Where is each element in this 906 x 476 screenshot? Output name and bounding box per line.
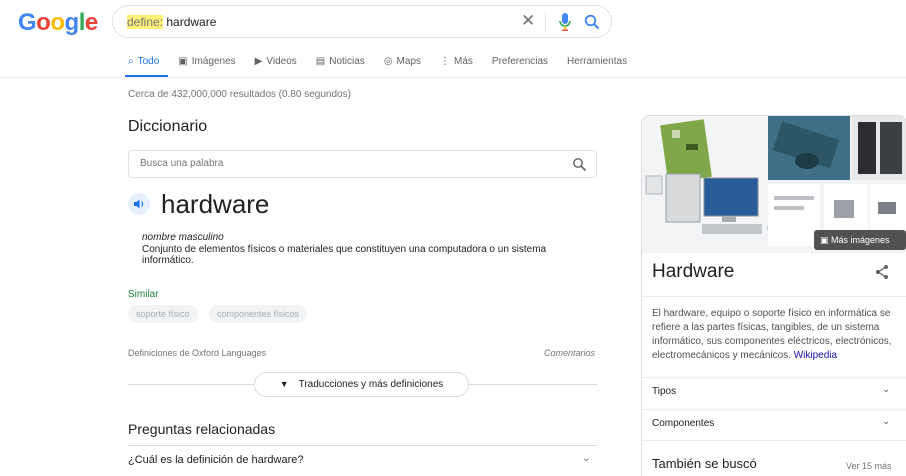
similar-chip[interactable]: soporte físico — [128, 305, 198, 323]
more-images-label: Más imágenes — [831, 235, 890, 245]
more-images-button[interactable]: ▣ Más imágenes — [814, 230, 906, 250]
search-divider — [545, 13, 546, 31]
dictionary-title: Diccionario — [128, 118, 208, 135]
news-icon: ▤ — [315, 56, 326, 67]
microphone-icon[interactable] — [557, 12, 573, 32]
clear-icon[interactable]: ✕ — [521, 11, 535, 31]
chevron-down-icon[interactable]: ⌄ — [882, 416, 890, 427]
dictionary-search-input[interactable]: Busca una palabra — [128, 150, 597, 178]
description-text: El hardware, equipo o soporte físico en … — [652, 308, 892, 361]
panel-divider — [642, 440, 906, 441]
logo-letter-g: G — [18, 9, 37, 36]
similar-chip[interactable]: componentes físicos — [209, 305, 308, 323]
similar-label: Similar — [128, 289, 159, 300]
wikipedia-link[interactable]: Wikipedia — [794, 350, 837, 361]
google-logo[interactable]: Google — [18, 9, 98, 37]
tab-label: Herramientas — [567, 56, 628, 67]
dictionary-search-placeholder: Busca una palabra — [140, 158, 224, 169]
dictionary-source: Definiciones de Oxford Languages — [128, 348, 267, 358]
tab-label: Preferencias — [491, 56, 549, 67]
tab-label: Maps — [396, 56, 421, 67]
search-tabs: ⌕ Todo ▣ Imágenes ▶ Videos ▤ Noticias ◎ Maps … — [128, 56, 646, 67]
knowledge-panel-description: El hardware, equipo o soporte físico en … — [652, 307, 902, 363]
tab-todo[interactable]: ⌕ Todo — [128, 56, 159, 67]
tab-label: Más — [454, 56, 473, 67]
logo-letter-e: e — [84, 9, 98, 36]
tab-videos[interactable]: ▶ Videos — [255, 56, 297, 67]
query-operator: define: — [127, 15, 164, 29]
related-divider — [128, 445, 597, 446]
dictionary-word: hardware — [161, 189, 270, 219]
more-definitions-label: Traducciones y más definiciones — [298, 379, 444, 390]
image-icon: ▣ — [820, 235, 832, 245]
logo-letter-o2: o — [50, 9, 65, 36]
definition-text: Conjunto de elementos físicos o material… — [142, 244, 547, 266]
tab-herramientas[interactable]: Herramientas — [567, 56, 627, 67]
map-pin-icon: ◎ — [383, 56, 393, 67]
header-divider — [0, 77, 906, 78]
result-stats: Cerca de 432,000,000 resultados (0.80 se… — [128, 89, 351, 100]
tab-label: Videos — [266, 56, 297, 67]
tab-mas[interactable]: ⋮ Más — [440, 56, 473, 67]
image-icon: ▣ — [178, 56, 188, 67]
chevron-down-icon: ▼ — [279, 379, 289, 389]
tab-imagenes[interactable]: ▣ Imágenes — [178, 56, 235, 67]
feedback-link[interactable]: Comentarios — [544, 348, 595, 358]
knowledge-panel-title: Hardware — [652, 261, 735, 282]
search-box[interactable]: define: hardware ✕ — [112, 5, 612, 38]
video-icon: ▶ — [254, 56, 263, 67]
tab-label: Todo — [137, 56, 160, 67]
speaker-icon[interactable] — [128, 193, 150, 215]
tab-preferencias[interactable]: Preferencias — [492, 56, 548, 67]
tab-noticias[interactable]: ▤ Noticias — [316, 56, 365, 67]
related-question[interactable]: ¿Cuál es la definición de hardware? — [128, 454, 304, 466]
panel-divider — [642, 377, 906, 378]
chevron-down-icon[interactable]: ⌄ — [882, 384, 890, 395]
logo-letter-g2: g — [64, 9, 80, 36]
query-term: hardware — [163, 15, 217, 29]
tab-label: Noticias — [329, 56, 365, 67]
knowledge-panel: ▣ Más imágenes Hardware El hardware, equ… — [641, 115, 906, 476]
panel-row-tipos[interactable]: Tipos — [652, 386, 676, 397]
related-questions-title: Preguntas relacionadas — [128, 421, 276, 437]
panel-divider — [642, 296, 906, 297]
chevron-down-icon[interactable]: ⌄ — [582, 453, 590, 464]
logo-letter-o1: o — [36, 9, 51, 36]
share-icon[interactable] — [874, 264, 890, 280]
also-searched-title: También se buscó — [652, 456, 757, 471]
panel-row-componentes[interactable]: Componentes — [652, 418, 714, 429]
panel-divider — [642, 409, 906, 410]
more-vert-icon: ⋮ — [440, 56, 450, 67]
part-of-speech: nombre masculino — [142, 232, 224, 243]
tab-maps[interactable]: ◎ Maps — [384, 56, 421, 67]
search-query[interactable]: define: hardware — [127, 15, 216, 29]
search-icon: ⌕ — [128, 56, 134, 67]
search-icon[interactable] — [583, 13, 601, 31]
search-icon[interactable] — [572, 157, 587, 172]
more-definitions-button[interactable]: ▼ Traducciones y más definiciones — [254, 372, 469, 397]
tab-label: Imágenes — [191, 56, 236, 67]
see-more-link[interactable]: Ver 15 más — [846, 461, 892, 471]
